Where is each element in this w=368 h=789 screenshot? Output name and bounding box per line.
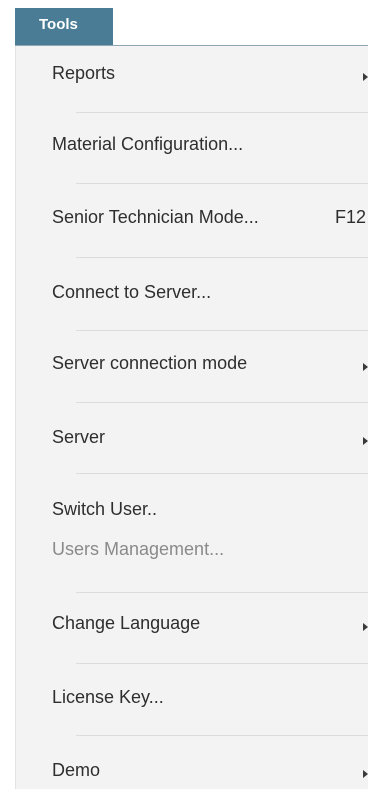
submenu-arrow-icon <box>363 73 368 81</box>
menu-separator <box>76 402 368 403</box>
menu-item-change-language[interactable]: Change Language <box>52 612 200 634</box>
menu-separator <box>76 183 368 184</box>
menu-separator <box>76 592 368 593</box>
menu-item-server[interactable]: Server <box>52 426 105 448</box>
menu-item-reports[interactable]: Reports <box>52 62 115 84</box>
menu-item-demo[interactable]: Demo <box>52 759 100 781</box>
menu-item-senior-technician-mode[interactable]: Senior Technician Mode... <box>52 206 259 228</box>
submenu-arrow-icon <box>363 363 368 371</box>
menu-separator <box>76 663 368 664</box>
menu-item-server-connection-mode[interactable]: Server connection mode <box>52 352 247 374</box>
submenu-arrow-icon <box>363 437 368 445</box>
menu-tools[interactable]: Tools <box>15 8 113 46</box>
menu-separator <box>76 735 368 736</box>
menu-item-material-configuration[interactable]: Material Configuration... <box>52 133 243 155</box>
menu-separator <box>76 112 368 113</box>
menu-separator <box>76 330 368 331</box>
menu-item-connect-to-server[interactable]: Connect to Server... <box>52 281 211 303</box>
menu-item-users-management[interactable]: Users Management... <box>52 538 224 560</box>
menu-bar: Tools <box>0 0 368 46</box>
app-screen: Tools Reports Material Configuration... … <box>0 0 368 789</box>
menu-separator <box>76 473 368 474</box>
menu-item-switch-user[interactable]: Switch User.. <box>52 498 157 520</box>
submenu-arrow-icon <box>363 623 368 631</box>
menu-separator <box>76 257 368 258</box>
submenu-arrow-icon <box>363 770 368 778</box>
tools-dropdown-menu: Reports Material Configuration... Senior… <box>15 46 368 789</box>
shortcut-f12: F12 <box>334 207 366 227</box>
menu-item-license-key[interactable]: License Key... <box>52 686 164 708</box>
